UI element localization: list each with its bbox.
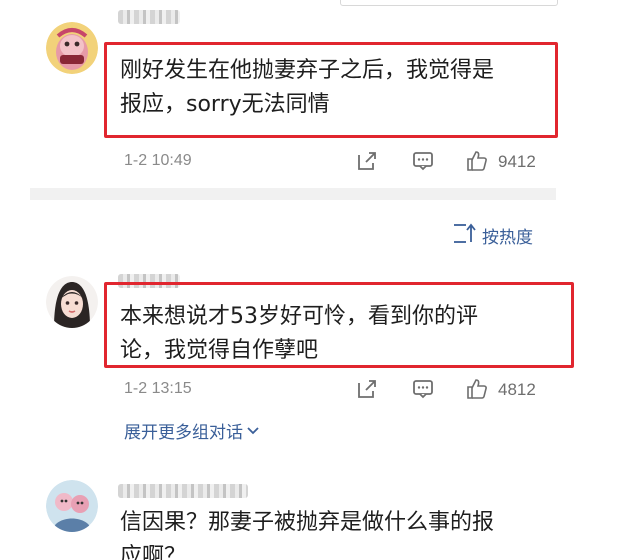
section-divider	[30, 188, 556, 200]
comment-item: 刚好发生在他抛妻弃子之后，我觉得是 报应，sorry无法同情 1-2 10:49…	[0, 0, 640, 190]
thumbs-up-icon[interactable]	[466, 150, 488, 172]
like-count: 9412	[498, 152, 536, 171]
chevron-down-icon	[246, 421, 260, 441]
avatar[interactable]	[46, 480, 98, 532]
sort-icon	[452, 221, 482, 250]
blurred-username	[118, 10, 180, 24]
comment-icon[interactable]	[412, 150, 434, 172]
comment-text-line: 报应，sorry无法同情	[120, 92, 330, 117]
comment-text-line: 信因果？那妻子被抛弃是做什么事的报	[120, 510, 495, 535]
share-icon[interactable]	[356, 378, 378, 400]
comment-text-line: 刚好发生在他抛妻弃子之后，我觉得是	[120, 58, 495, 83]
comment-text-line: 本来想说才53岁好可怜，看到你的评	[120, 304, 478, 329]
share-icon[interactable]	[356, 150, 378, 172]
sort-label: 按热度	[482, 227, 533, 248]
comment-text-line: 应啊？	[120, 544, 187, 560]
blurred-username	[118, 484, 248, 498]
comment-actions: 1-2 13:15 4812	[0, 378, 640, 402]
comment-item: 本来想说才53岁好可怜，看到你的评 论，我觉得自作孽吧 1-2 13:15 48…	[0, 262, 640, 452]
comment-text: 信因果？那妻子被抛弃是做什么事的报 应啊？	[120, 506, 540, 560]
expand-label: 展开更多组对话	[124, 423, 243, 443]
like-count: 4812	[498, 380, 536, 399]
comment-feed: 刚好发生在他抛妻弃子之后，我觉得是 报应，sorry无法同情 1-2 10:49…	[0, 0, 640, 560]
comment-text: 刚好发生在他抛妻弃子之后，我觉得是 报应，sorry无法同情	[120, 54, 540, 122]
expand-more-replies-link[interactable]: 展开更多组对话	[124, 418, 260, 443]
thumbs-up-icon[interactable]	[466, 378, 488, 400]
comment-item: 信因果？那妻子被抛弃是做什么事的报 应啊？	[0, 470, 640, 560]
timestamp: 1-2 13:15	[124, 380, 192, 397]
avatar[interactable]	[46, 276, 98, 328]
comment-icon[interactable]	[412, 378, 434, 400]
comment-text: 本来想说才53岁好可怜，看到你的评 论，我觉得自作孽吧	[120, 300, 540, 368]
avatar[interactable]	[46, 22, 98, 74]
comment-actions: 1-2 10:49 9412	[0, 150, 640, 174]
sort-by-hot-button[interactable]: 按热度	[452, 222, 533, 248]
timestamp: 1-2 10:49	[124, 152, 192, 169]
comment-text-line: 论，我觉得自作孽吧	[120, 338, 319, 363]
